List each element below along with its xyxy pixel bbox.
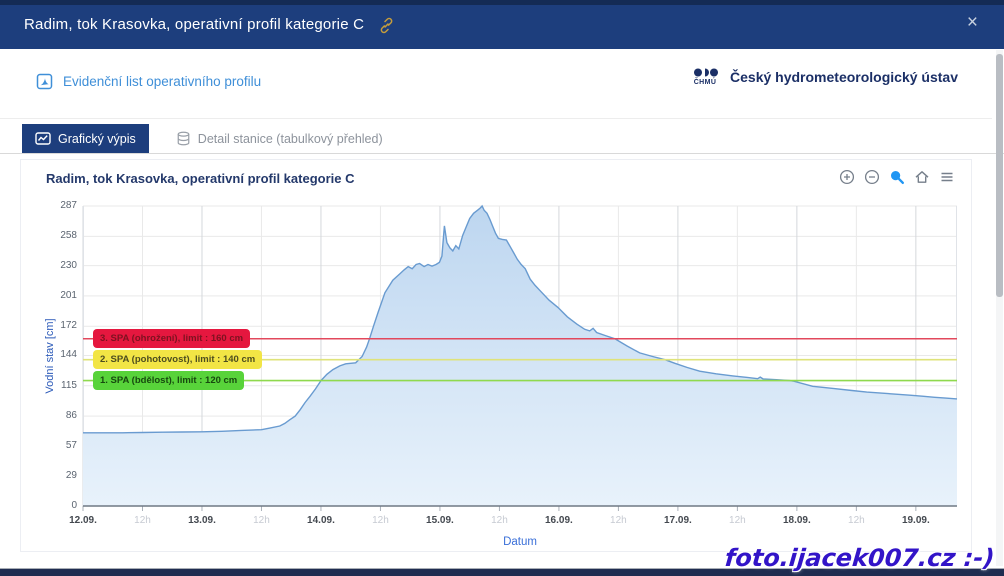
menu-icon[interactable] bbox=[939, 169, 955, 185]
spa-limit-label: 1. SPA (bdělost), limit : 120 cm bbox=[93, 371, 244, 390]
zoom-in-icon[interactable] bbox=[839, 169, 855, 185]
chmu-abbr: ČHMÚ bbox=[694, 79, 717, 86]
chmu-brand: ČHMÚ Český hydrometeorologický ústav bbox=[690, 67, 958, 86]
y-tick-label: 230 bbox=[60, 260, 77, 271]
zoom-out-icon[interactable] bbox=[864, 169, 880, 185]
y-tick-label: 57 bbox=[66, 440, 77, 451]
watermark: foto.ijacek007.cz :-) bbox=[723, 544, 995, 572]
tab-graphic-label: Grafický výpis bbox=[58, 132, 136, 146]
database-icon bbox=[176, 131, 191, 146]
y-tick-label: 29 bbox=[66, 470, 77, 481]
chmu-name: Český hydrometeorologický ústav bbox=[730, 69, 958, 85]
home-icon[interactable] bbox=[914, 169, 930, 185]
y-tick-label: 115 bbox=[61, 380, 77, 391]
y-tick-label: 144 bbox=[60, 349, 77, 360]
tab-bar: Grafický výpis Detail stanice (tabulkový… bbox=[0, 124, 1004, 154]
tab-graphic-output[interactable]: Grafický výpis bbox=[22, 124, 149, 153]
chart-title: Radim, tok Krasovka, operativní profil k… bbox=[46, 171, 354, 186]
chart-image-icon bbox=[35, 131, 51, 146]
modal-title: Radim, tok Krasovka, operativní profil k… bbox=[24, 16, 364, 33]
x-tick-label: 12.09. bbox=[53, 515, 113, 526]
x-tick-label: 12h bbox=[826, 515, 886, 526]
y-tick-label: 86 bbox=[66, 410, 77, 421]
x-tick-label: 12h bbox=[469, 515, 529, 526]
chart-toolbar bbox=[839, 169, 955, 185]
y-axis-title: Vodní stav [cm] bbox=[44, 318, 56, 393]
scrollbar-thumb[interactable] bbox=[996, 54, 1003, 297]
x-tick-label: 14.09. bbox=[291, 515, 351, 526]
evidence-list-link[interactable]: Evidenční list operativního profilu bbox=[36, 73, 261, 90]
modal-header: Radim, tok Krasovka, operativní profil k… bbox=[0, 0, 1004, 49]
selection-zoom-icon[interactable] bbox=[889, 169, 905, 185]
spa-limit-label: 3. SPA (ohrožení), limit : 160 cm bbox=[93, 329, 250, 348]
x-tick-label: 17.09. bbox=[648, 515, 708, 526]
y-tick-label: 287 bbox=[60, 200, 77, 211]
x-tick-label: 12h bbox=[588, 515, 648, 526]
document-row: Evidenční list operativního profilu ČHMÚ… bbox=[0, 49, 992, 119]
x-tick-label: 13.09. bbox=[172, 515, 232, 526]
y-tick-label: 0 bbox=[71, 500, 77, 511]
tab-station-detail[interactable]: Detail stanice (tabulkový přehled) bbox=[149, 124, 396, 153]
tab-station-label: Detail stanice (tabulkový přehled) bbox=[198, 132, 383, 146]
chart-plot-area[interactable]: 3. SPA (ohrožení), limit : 160 cm 2. SPA … bbox=[83, 206, 957, 506]
x-tick-label: 12h bbox=[231, 515, 291, 526]
x-tick-label: 19.09. bbox=[886, 515, 946, 526]
chmu-logo-icon: ČHMÚ bbox=[690, 67, 720, 86]
spa-limit-label: 2. SPA (pohotovost), limit : 140 cm bbox=[93, 350, 262, 369]
y-tick-label: 172 bbox=[60, 320, 77, 331]
chart-panel: Radim, tok Krasovka, operativní profil k… bbox=[20, 159, 972, 552]
pdf-icon bbox=[36, 73, 53, 90]
x-tick-label: 12h bbox=[350, 515, 410, 526]
x-tick-label: 15.09. bbox=[410, 515, 470, 526]
evidence-list-label: Evidenční list operativního profilu bbox=[63, 74, 261, 89]
y-tick-label: 201 bbox=[60, 290, 77, 301]
y-tick-label: 258 bbox=[60, 230, 77, 241]
permalink-icon[interactable] bbox=[378, 17, 395, 34]
x-tick-label: 16.09. bbox=[529, 515, 589, 526]
x-tick-label: 18.09. bbox=[767, 515, 827, 526]
x-tick-label: 12h bbox=[112, 515, 172, 526]
x-tick-label: 12h bbox=[707, 515, 767, 526]
x-axis-ticks: 12.09.12h13.09.12h14.09.12h15.09.12h16.0… bbox=[83, 506, 957, 536]
close-icon[interactable]: × bbox=[967, 13, 978, 32]
